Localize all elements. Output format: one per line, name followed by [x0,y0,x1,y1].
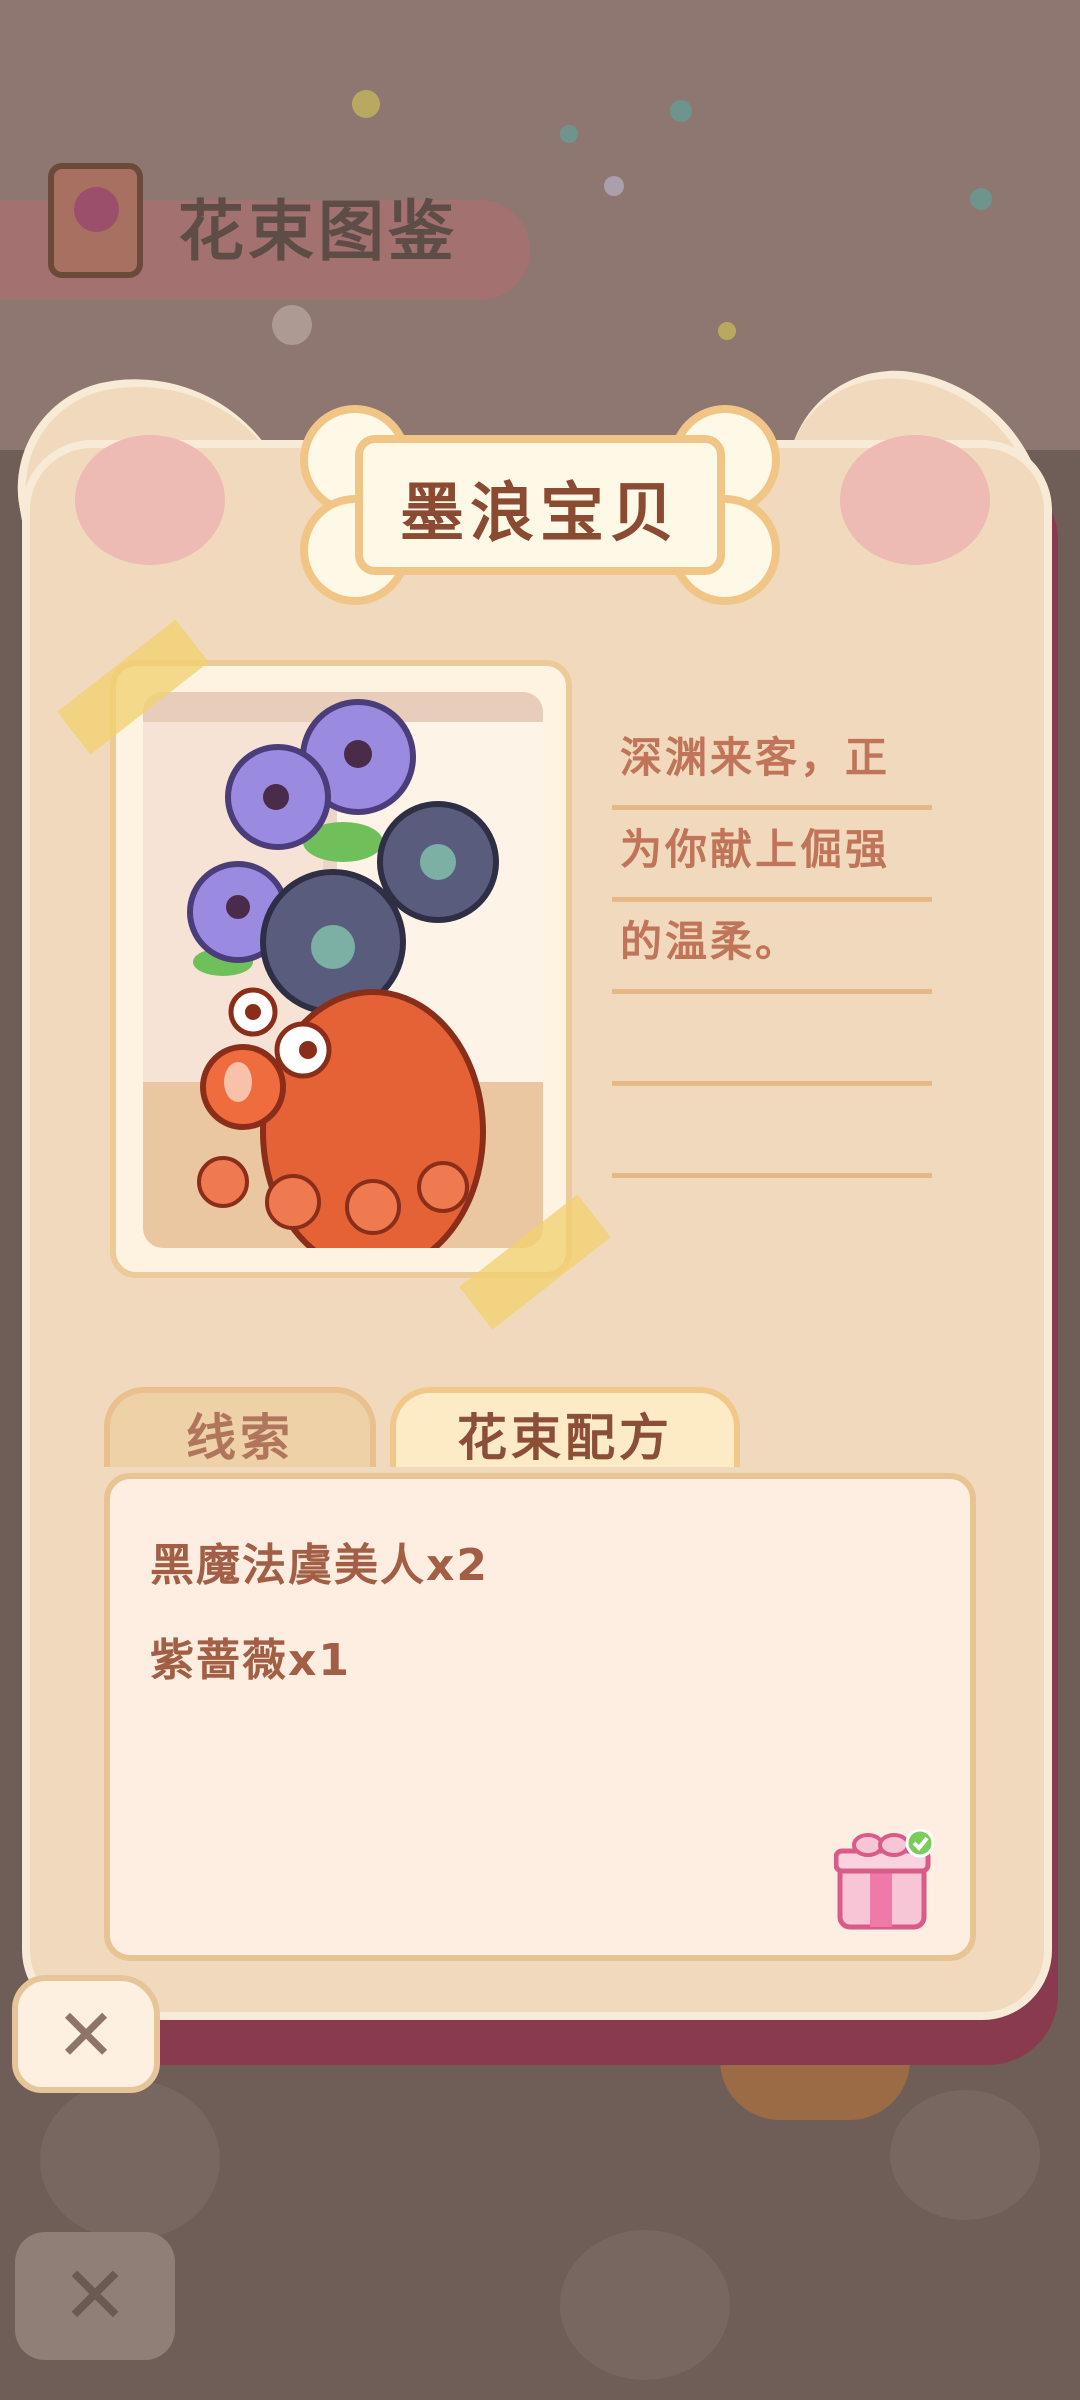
tab-clues[interactable]: 线索 [104,1387,376,1467]
description-line [612,1086,932,1178]
bouquet-image [143,692,543,1248]
octopus-vase-illustration [187,699,499,1248]
right-ear-inner [840,435,990,565]
paw-print [40,2080,220,2240]
background-title: 花束图鉴 [178,193,458,270]
paw-print [560,2230,730,2380]
recipe-item: 黑魔法虞美人x2 [150,1540,489,1591]
tab-recipe[interactable]: 花束配方 [390,1387,740,1467]
sparkle-dot [560,125,578,143]
gift-icon[interactable] [833,1828,935,1930]
left-ear-inner [75,435,225,565]
recipe-panel: 黑魔法虞美人x2 紫蔷薇x1 [104,1473,976,1961]
background-close-button: ✕ [15,2232,175,2360]
paw-print [890,2090,1040,2220]
book-icon [48,163,143,278]
sparkle-dot [670,100,692,122]
sparkle-dot [352,90,380,118]
sparkle-dot [272,305,312,345]
sparkle-dot [970,188,992,210]
close-button[interactable]: ✕ [12,1975,160,2093]
description-line: 深渊来客，正 [612,718,932,810]
recipe-item: 紫蔷薇x1 [150,1635,351,1686]
sparkle-dot [604,176,624,196]
sparkle-dot [718,322,736,340]
description-line: 为你献上倔强 [612,810,932,902]
description-line: 的温柔。 [612,902,932,994]
bouquet-title: 墨浪宝贝 [400,477,680,551]
description-line [612,994,932,1086]
bouquet-description: 深渊来客，正 为你献上倔强 的温柔。 [612,718,932,1178]
